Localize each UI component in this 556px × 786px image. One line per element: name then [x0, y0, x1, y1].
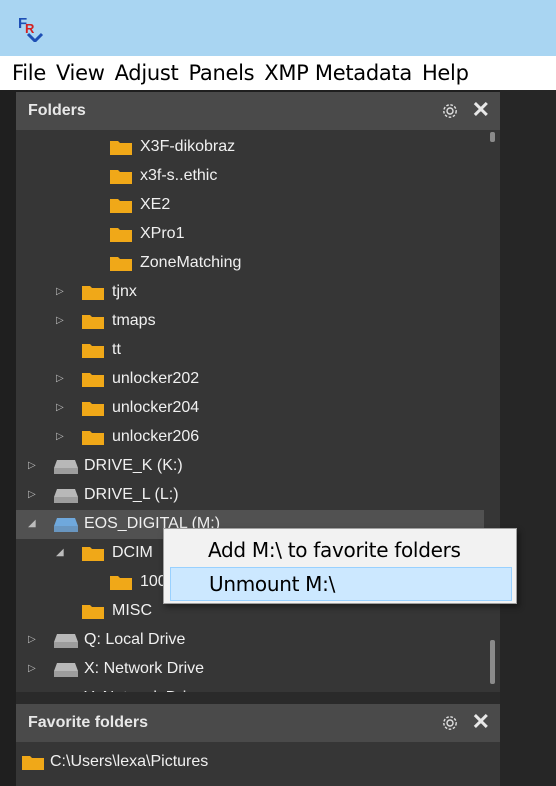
- tree-drive-row[interactable]: ▷ X: Network Drive: [16, 655, 484, 684]
- title-bar: F R: [0, 0, 556, 56]
- panel-splitter[interactable]: [16, 692, 500, 704]
- favorite-folder-label: C:\Users\lexa\Pictures: [50, 753, 209, 770]
- unmount-menu-item[interactable]: Unmount M:\: [170, 567, 512, 601]
- menu-adjust[interactable]: Adjust: [111, 61, 185, 85]
- folder-tree-scrollbar[interactable]: [486, 132, 500, 692]
- tree-row-label: XE2: [140, 196, 171, 213]
- expand-arrow-icon[interactable]: ▷: [28, 489, 36, 500]
- drive-icon: [54, 489, 78, 503]
- add-to-favorites-menu-item[interactable]: Add M:\ to favorite folders: [170, 533, 512, 567]
- folder-icon: [82, 547, 104, 561]
- drive-icon: [54, 518, 78, 532]
- menu-file[interactable]: File: [8, 61, 52, 85]
- tree-row-label: DRIVE_L (L:): [84, 486, 179, 503]
- favorite-folders-title: Favorite folders: [28, 714, 149, 731]
- menu-panels[interactable]: Panels: [184, 61, 260, 85]
- close-icon[interactable]: ✕: [472, 710, 490, 734]
- tree-folder-row[interactable]: XE2: [16, 191, 484, 220]
- tree-row-label: DRIVE_K (K:): [84, 457, 183, 474]
- menu-bar: File View Adjust Panels XMP Metadata Hel…: [0, 56, 556, 90]
- folders-panel-header[interactable]: Folders ✕: [16, 92, 500, 130]
- expand-arrow-icon[interactable]: ▷: [28, 460, 36, 471]
- context-menu: Add M:\ to favorite folders Unmount M:\: [163, 528, 517, 604]
- tree-drive-row[interactable]: ▷ DRIVE_K (K:): [16, 452, 484, 481]
- collapse-arrow-icon[interactable]: ◢: [56, 547, 64, 558]
- gear-icon[interactable]: [440, 713, 460, 733]
- folders-panel-title: Folders: [28, 102, 86, 119]
- expand-arrow-icon[interactable]: ▷: [28, 663, 36, 674]
- folder-icon: [82, 344, 104, 358]
- drive-icon: [54, 460, 78, 474]
- expand-arrow-icon[interactable]: ▷: [56, 431, 64, 442]
- tree-row-label: X3F-dikobraz: [140, 138, 236, 155]
- tree-drive-row[interactable]: ▷ Q: Local Drive: [16, 626, 484, 655]
- folder-icon: [110, 199, 132, 213]
- tree-row-label: XPro1: [140, 225, 185, 242]
- folder-icon: [110, 141, 132, 155]
- drive-icon: [54, 663, 78, 677]
- folder-icon: [82, 431, 104, 445]
- menu-view[interactable]: View: [52, 61, 111, 85]
- tree-row-label: x3f-s..ethic: [140, 167, 218, 184]
- folder-icon: [82, 315, 104, 329]
- tree-drive-row[interactable]: ▷ DRIVE_L (L:): [16, 481, 484, 510]
- scrollbar-top-cap[interactable]: [490, 132, 495, 142]
- folder-icon: [110, 170, 132, 184]
- gear-icon[interactable]: [440, 101, 460, 121]
- tree-folder-row[interactable]: ▷ unlocker204: [16, 394, 484, 423]
- tree-row-label: MISC: [112, 602, 152, 619]
- folder-icon: [110, 257, 132, 271]
- tree-folder-row[interactable]: ▷ unlocker202: [16, 365, 484, 394]
- folder-icon: [82, 286, 104, 300]
- favorite-folder-item[interactable]: C:\Users\lexa\Pictures: [16, 748, 500, 776]
- favorite-folders-panel: Favorite folders ✕ C:\Users\lexa\Picture…: [16, 704, 500, 786]
- favorite-folders-header[interactable]: Favorite folders ✕: [16, 704, 500, 742]
- tree-row-label: unlocker204: [112, 399, 200, 416]
- scrollbar-thumb[interactable]: [490, 640, 495, 684]
- tree-row-label: DCIM: [112, 544, 153, 561]
- menu-xmp-metadata[interactable]: XMP Metadata: [260, 61, 418, 85]
- tree-folder-row[interactable]: ZoneMatching: [16, 249, 484, 278]
- tree-row-label: unlocker202: [112, 370, 200, 387]
- svg-text:R: R: [25, 21, 35, 36]
- folder-icon: [82, 605, 104, 619]
- expand-arrow-icon[interactable]: ▷: [56, 373, 64, 384]
- tree-row-label: ZoneMatching: [140, 254, 242, 271]
- tree-row-label: Q: Local Drive: [84, 631, 186, 648]
- tree-row-label: X: Network Drive: [84, 660, 205, 677]
- tree-drive-row[interactable]: ▷Y: Network Drive: [16, 684, 484, 692]
- tree-row-label: unlocker206: [112, 428, 200, 445]
- fastrawviewer-logo-icon: F R: [18, 15, 44, 42]
- folder-icon: [110, 576, 132, 590]
- expand-arrow-icon[interactable]: ▷: [28, 634, 36, 645]
- tree-row-label: tt: [112, 341, 121, 358]
- image-viewport[interactable]: [500, 90, 556, 786]
- tree-folder-row[interactable]: tt: [16, 336, 484, 365]
- collapse-arrow-icon[interactable]: ◢: [28, 518, 36, 529]
- expand-arrow-icon[interactable]: ▷: [56, 286, 64, 297]
- expand-arrow-icon[interactable]: ▷: [56, 402, 64, 413]
- folder-tree[interactable]: X3F-dikobraz x3f-s..ethic XE2 XPro1 ZoneMatc…: [16, 132, 486, 692]
- folder-icon: [22, 756, 44, 770]
- tree-folder-row[interactable]: XPro1: [16, 220, 484, 249]
- tree-row-label: tmaps: [112, 312, 156, 329]
- tree-folder-row[interactable]: ▷ unlocker206: [16, 423, 484, 452]
- expand-arrow-icon[interactable]: ▷: [56, 315, 64, 326]
- tree-folder-row[interactable]: ▷ tmaps: [16, 307, 484, 336]
- tree-folder-row[interactable]: ▷ tjnx: [16, 278, 484, 307]
- tree-folder-row[interactable]: x3f-s..ethic: [16, 162, 484, 191]
- close-icon[interactable]: ✕: [472, 98, 490, 122]
- menu-help[interactable]: Help: [418, 61, 475, 85]
- tree-folder-row[interactable]: X3F-dikobraz: [16, 133, 484, 162]
- folder-icon: [82, 373, 104, 387]
- tree-row-label: tjnx: [112, 283, 137, 300]
- drive-icon: [54, 634, 78, 648]
- folder-icon: [82, 402, 104, 416]
- folder-icon: [110, 228, 132, 242]
